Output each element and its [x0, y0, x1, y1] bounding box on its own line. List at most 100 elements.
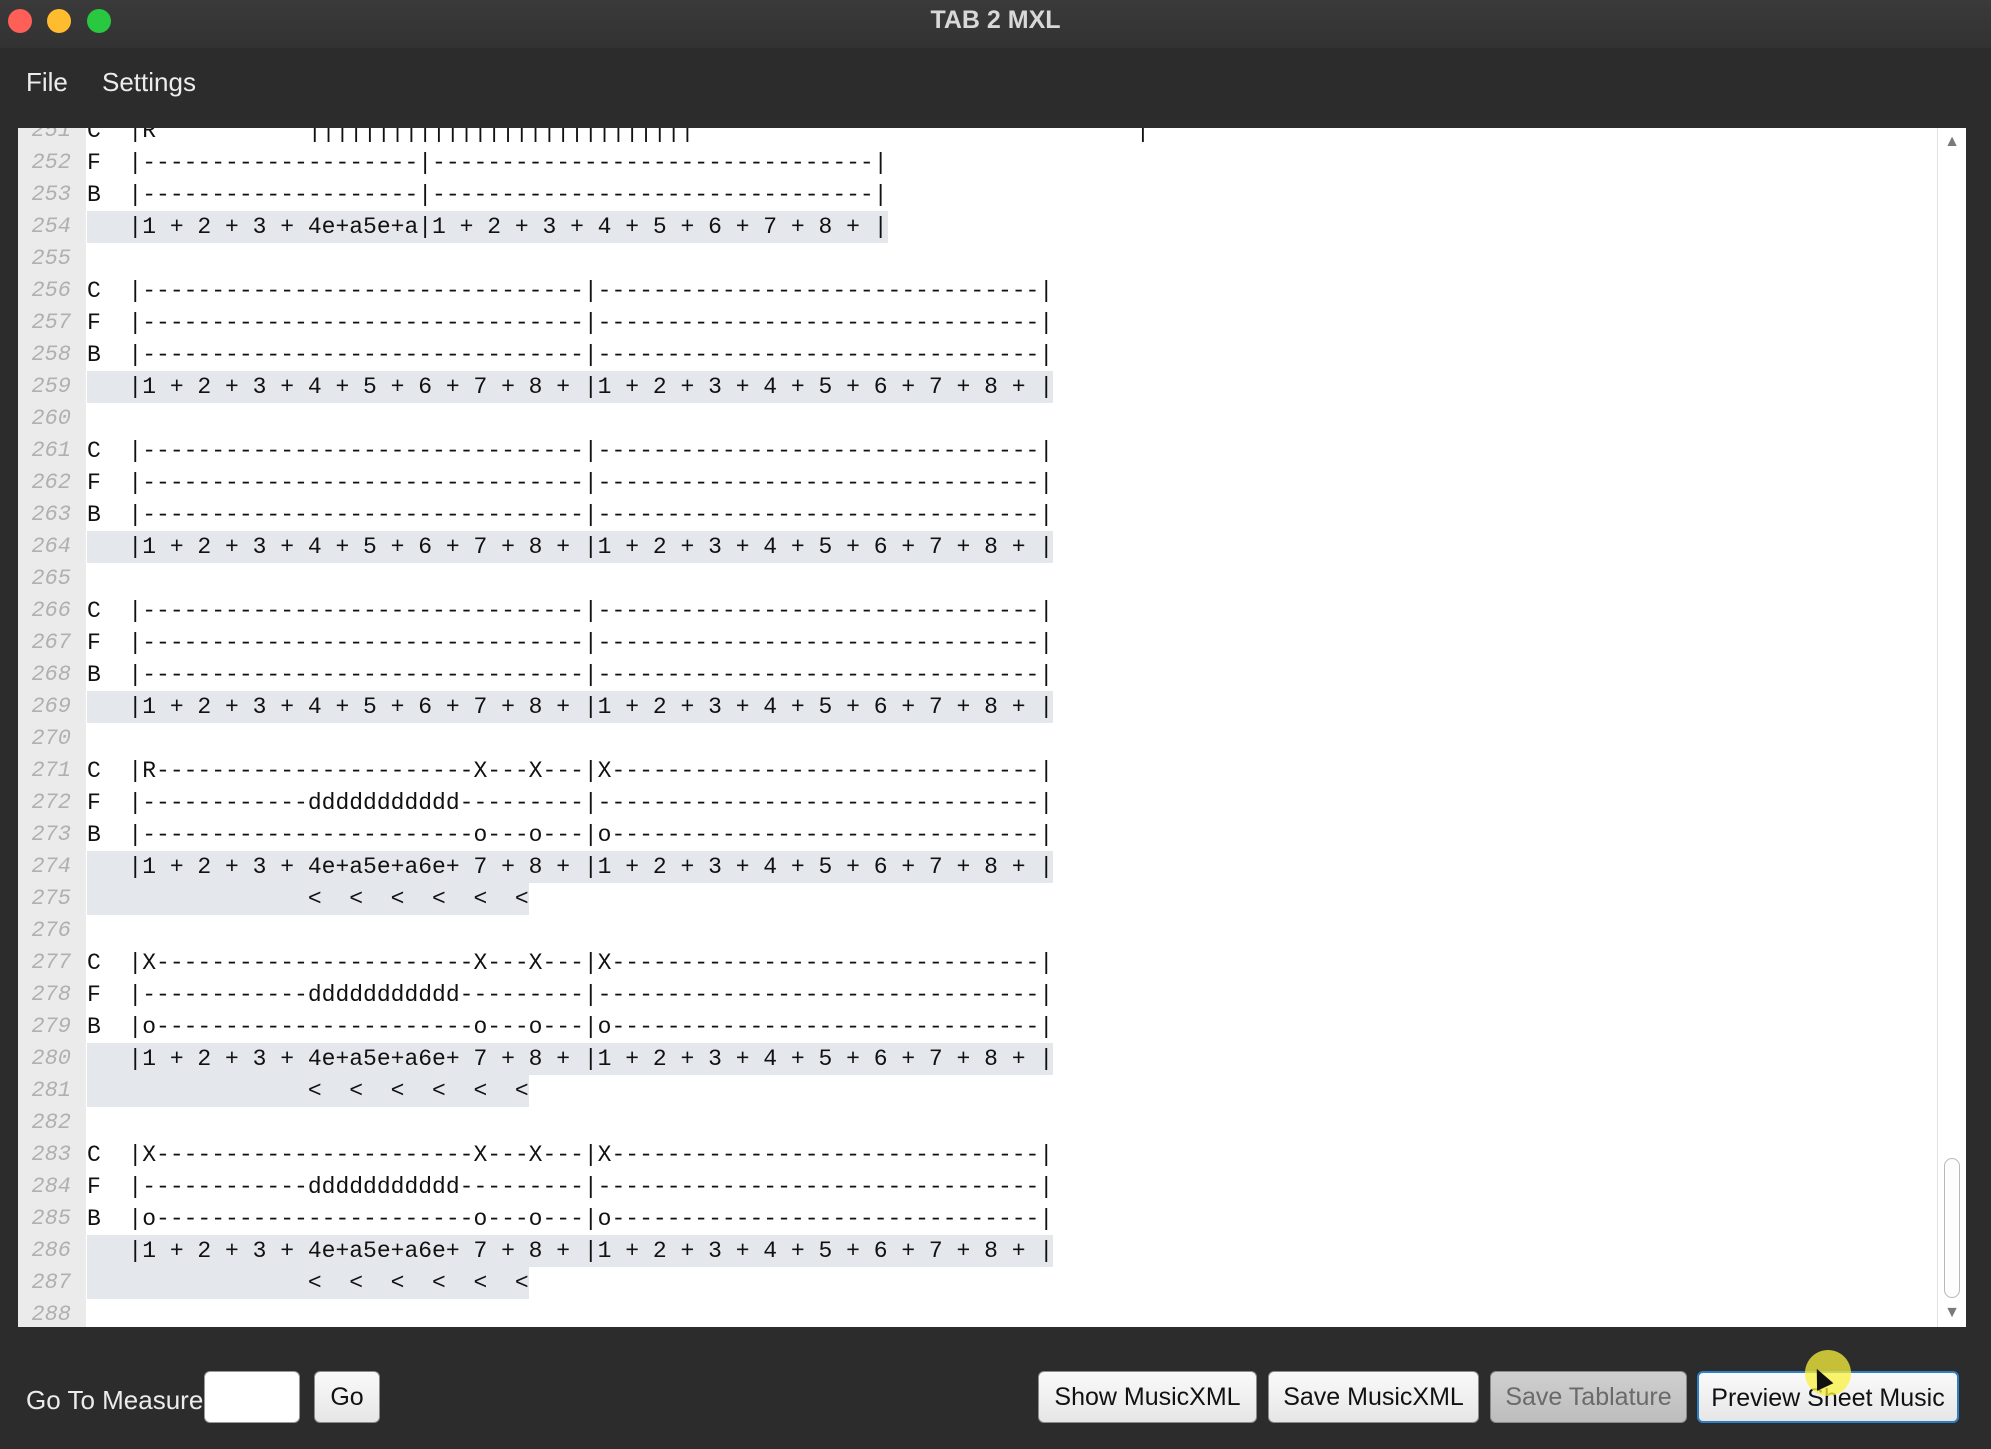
go-button[interactable]: Go: [314, 1371, 380, 1423]
editor-line[interactable]: 288: [18, 1299, 1938, 1327]
editor-line[interactable]: 263 B |--------------------------------|-…: [18, 499, 1938, 531]
line-number: 255: [31, 246, 71, 271]
editor-line[interactable]: 256 C |--------------------------------|-…: [18, 275, 1938, 307]
line-text[interactable]: |1 + 2 + 3 + 4e+a5e+a6e+ 7 + 8 + |1 + 2 …: [87, 1043, 1054, 1075]
editor-line[interactable]: 273 B |------------------------o---o---|o…: [18, 819, 1938, 851]
editor-line[interactable]: 257 F |--------------------------------|-…: [18, 307, 1938, 339]
editor-line[interactable]: 253 B |--------------------|-------------…: [18, 179, 1938, 211]
line-text[interactable]: F |------------ddddddddddd---------|----…: [87, 979, 1053, 1011]
menu-file[interactable]: File: [26, 60, 68, 104]
line-text[interactable]: |1 + 2 + 3 + 4 + 5 + 6 + 7 + 8 + |1 + 2 …: [87, 371, 1054, 403]
line-text[interactable]: F |--------------------------------|----…: [87, 307, 1053, 339]
line-text[interactable]: B |--------------------------------|----…: [87, 339, 1053, 371]
line-number: 258: [31, 342, 71, 367]
line-number: 263: [31, 502, 71, 527]
editor-line[interactable]: 255: [18, 243, 1938, 275]
line-number: 254: [31, 214, 71, 239]
editor-line[interactable]: 279 B |o-----------------------o---o---|o…: [18, 1011, 1938, 1043]
editor-line[interactable]: 282: [18, 1107, 1938, 1139]
editor-line[interactable]: 286 |1 + 2 + 3 + 4e+a5e+a6e+ 7 + 8 + |1 …: [18, 1235, 1938, 1267]
line-text[interactable]: < < < < < <: [87, 1267, 529, 1299]
line-number: 252: [31, 150, 71, 175]
line-number: 251: [31, 128, 71, 143]
line-text[interactable]: F |------------ddddddddddd---------|----…: [87, 787, 1053, 819]
scroll-down-arrow-icon[interactable]: ▼: [1938, 1301, 1966, 1325]
editor-line[interactable]: 281 < < < < < <: [18, 1075, 1938, 1107]
editor-line[interactable]: 272 F |------------ddddddddddd---------|-…: [18, 787, 1938, 819]
line-number: 277: [31, 950, 71, 975]
editor-line[interactable]: 283 C |X-----------------------X---X---|X…: [18, 1139, 1938, 1171]
editor-lines[interactable]: 251 C |R |||||||||||||||||||||||||||| | 2…: [18, 128, 1938, 1327]
line-text[interactable]: F |--------------------------------|----…: [87, 467, 1053, 499]
go-to-measure-input[interactable]: [204, 1371, 300, 1423]
line-text[interactable]: B |--------------------|----------------…: [87, 179, 888, 211]
line-text[interactable]: |1 + 2 + 3 + 4 + 5 + 6 + 7 + 8 + |1 + 2 …: [87, 691, 1054, 723]
line-number: 271: [31, 758, 71, 783]
vertical-scrollbar[interactable]: ▲ ▼: [1937, 128, 1966, 1327]
line-text[interactable]: B |------------------------o---o---|o---…: [87, 819, 1053, 851]
line-text[interactable]: B |o-----------------------o---o---|o---…: [87, 1203, 1053, 1235]
editor-line[interactable]: 268 B |--------------------------------|-…: [18, 659, 1938, 691]
editor-line[interactable]: 287 < < < < < <: [18, 1267, 1938, 1299]
editor-line[interactable]: 261 C |--------------------------------|-…: [18, 435, 1938, 467]
editor-line[interactable]: 277 C |X-----------------------X---X---|X…: [18, 947, 1938, 979]
editor-line[interactable]: 266 C |--------------------------------|-…: [18, 595, 1938, 627]
line-number: 285: [31, 1206, 71, 1231]
editor-line[interactable]: 271 C |R-----------------------X---X---|X…: [18, 755, 1938, 787]
line-number: 272: [31, 790, 71, 815]
editor-line[interactable]: 280 |1 + 2 + 3 + 4e+a5e+a6e+ 7 + 8 + |1 …: [18, 1043, 1938, 1075]
editor-line[interactable]: 264 |1 + 2 + 3 + 4 + 5 + 6 + 7 + 8 + |1 …: [18, 531, 1938, 563]
line-text[interactable]: < < < < < <: [87, 1075, 529, 1107]
editor-line[interactable]: 265: [18, 563, 1938, 595]
line-text[interactable]: C |--------------------------------|----…: [87, 595, 1053, 627]
editor-line[interactable]: 269 |1 + 2 + 3 + 4 + 5 + 6 + 7 + 8 + |1 …: [18, 691, 1938, 723]
save-musicxml-button[interactable]: Save MusicXML: [1268, 1371, 1479, 1423]
line-number: 288: [31, 1302, 71, 1327]
editor-line[interactable]: 262 F |--------------------------------|-…: [18, 467, 1938, 499]
line-text[interactable]: B |--------------------------------|----…: [87, 659, 1053, 691]
editor-line[interactable]: 275 < < < < < <: [18, 883, 1938, 915]
menu-bar: File Settings: [0, 48, 1991, 128]
editor-line[interactable]: 270: [18, 723, 1938, 755]
line-text[interactable]: |1 + 2 + 3 + 4e+a5e+a6e+ 7 + 8 + |1 + 2 …: [87, 851, 1054, 883]
editor-line[interactable]: 267 F |--------------------------------|-…: [18, 627, 1938, 659]
editor-line[interactable]: 284 F |------------ddddddddddd---------|-…: [18, 1171, 1938, 1203]
line-number: 265: [31, 566, 71, 591]
line-number: 269: [31, 694, 71, 719]
line-text[interactable]: |1 + 2 + 3 + 4 + 5 + 6 + 7 + 8 + |1 + 2 …: [87, 531, 1054, 563]
editor-line[interactable]: 258 B |--------------------------------|-…: [18, 339, 1938, 371]
line-text[interactable]: C |R |||||||||||||||||||||||||||| |: [87, 128, 1150, 147]
scroll-up-arrow-icon[interactable]: ▲: [1938, 130, 1966, 154]
line-text[interactable]: |1 + 2 + 3 + 4e+a5e+a6e+ 7 + 8 + |1 + 2 …: [87, 1235, 1054, 1267]
editor-line[interactable]: 254 |1 + 2 + 3 + 4e+a5e+a|1 + 2 + 3 + 4 …: [18, 211, 1938, 243]
line-text[interactable]: F |--------------------------------|----…: [87, 627, 1053, 659]
scrollbar-thumb[interactable]: [1944, 1158, 1960, 1298]
show-musicxml-button[interactable]: Show MusicXML: [1038, 1371, 1257, 1423]
line-text[interactable]: C |X-----------------------X---X---|X---…: [87, 1139, 1053, 1171]
line-number: 262: [31, 470, 71, 495]
editor-line[interactable]: 285 B |o-----------------------o---o---|o…: [18, 1203, 1938, 1235]
save-tablature-button[interactable]: Save Tablature: [1490, 1371, 1687, 1423]
menu-settings[interactable]: Settings: [102, 60, 196, 104]
editor-line[interactable]: 278 F |------------ddddddddddd---------|-…: [18, 979, 1938, 1011]
editor-line[interactable]: 252 F |--------------------|-------------…: [18, 147, 1938, 179]
line-text[interactable]: |1 + 2 + 3 + 4e+a5e+a|1 + 2 + 3 + 4 + 5 …: [87, 211, 888, 243]
editor-line[interactable]: 259 |1 + 2 + 3 + 4 + 5 + 6 + 7 + 8 + |1 …: [18, 371, 1938, 403]
line-text[interactable]: F |--------------------|----------------…: [87, 147, 888, 179]
line-text[interactable]: C |X-----------------------X---X---|X---…: [87, 947, 1053, 979]
title-bar: TAB 2 MXL: [0, 0, 1991, 49]
line-text[interactable]: C |--------------------------------|----…: [87, 275, 1053, 307]
line-text[interactable]: C |--------------------------------|----…: [87, 435, 1053, 467]
line-number: 276: [31, 918, 71, 943]
line-text[interactable]: C |R-----------------------X---X---|X---…: [87, 755, 1053, 787]
line-number: 275: [31, 886, 71, 911]
line-text[interactable]: < < < < < <: [87, 883, 529, 915]
line-text[interactable]: B |o-----------------------o---o---|o---…: [87, 1011, 1053, 1043]
line-text[interactable]: B |--------------------------------|----…: [87, 499, 1053, 531]
tablature-editor[interactable]: 251 C |R |||||||||||||||||||||||||||| | 2…: [18, 128, 1966, 1327]
editor-line[interactable]: 276: [18, 915, 1938, 947]
editor-line[interactable]: 251 C |R |||||||||||||||||||||||||||| |: [18, 128, 1938, 147]
editor-line[interactable]: 260: [18, 403, 1938, 435]
editor-line[interactable]: 274 |1 + 2 + 3 + 4e+a5e+a6e+ 7 + 8 + |1 …: [18, 851, 1938, 883]
line-text[interactable]: F |------------ddddddddddd---------|----…: [87, 1171, 1053, 1203]
